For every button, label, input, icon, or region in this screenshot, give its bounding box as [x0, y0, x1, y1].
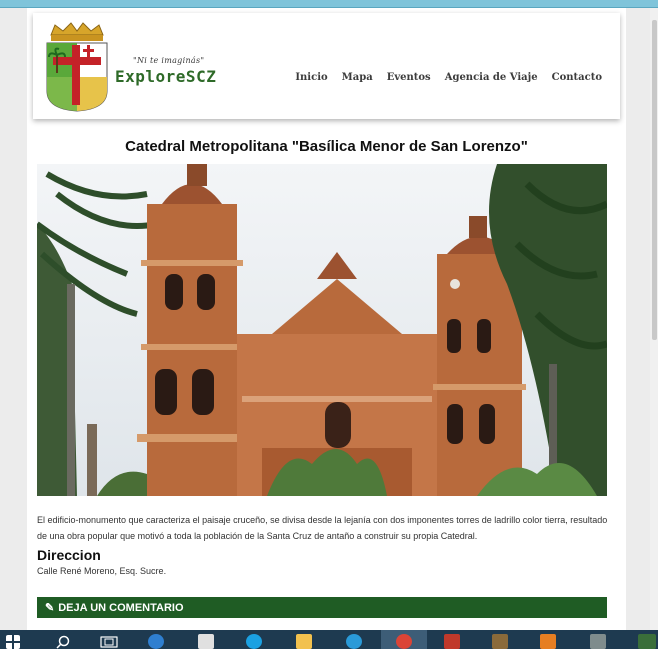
photos-icon[interactable] [540, 634, 556, 649]
nav-agencia-de-viaje[interactable]: Agencia de Viaje [445, 72, 538, 83]
brand-name[interactable]: ExploreSCZ [115, 67, 216, 86]
page-title: Catedral Metropolitana "Basílica Menor d… [125, 138, 528, 155]
nav-contacto[interactable]: Contacto [552, 72, 602, 83]
explorer-icon[interactable] [296, 634, 312, 649]
main-nav: Inicio Mapa Eventos Agencia de Viaje Con… [295, 72, 602, 83]
direccion-value: Calle René Moreno, Esq. Sucre. [37, 566, 167, 576]
description-text: El edificio-monumento que caracteriza el… [37, 515, 608, 541]
sublime-icon[interactable] [590, 634, 606, 649]
coat-of-arms-logo[interactable] [41, 21, 113, 113]
cathedral-photo [37, 164, 607, 496]
edge-icon[interactable] [148, 634, 164, 649]
store-icon[interactable] [198, 634, 214, 649]
comment-button[interactable]: ✎ DEJA UN COMENTARIO [37, 597, 607, 618]
nav-mapa[interactable]: Mapa [342, 72, 373, 83]
nav-inicio[interactable]: Inicio [295, 72, 327, 83]
scrollbar-thumb[interactable] [652, 20, 657, 340]
browser-top-strip [0, 0, 658, 8]
page-content: "Ni te imaginás" ExploreSCZ Inicio Mapa … [27, 8, 626, 630]
logo-tagline: "Ni te imaginás" [133, 56, 205, 65]
windows-taskbar [0, 630, 658, 649]
comment-label: DEJA UN COMENTARIO [58, 601, 184, 614]
pencil-icon: ✎ [45, 602, 55, 614]
app-icon[interactable] [444, 634, 460, 649]
pencil-app-icon[interactable] [492, 634, 508, 649]
task-view-icon[interactable] [100, 636, 118, 648]
nav-eventos[interactable]: Eventos [387, 72, 431, 83]
web-page: "Ni te imaginás" ExploreSCZ Inicio Mapa … [0, 8, 650, 630]
chrome-icon[interactable] [396, 634, 412, 649]
search-icon[interactable] [56, 635, 70, 649]
ie-icon[interactable] [346, 634, 362, 649]
skype-icon[interactable] [246, 634, 262, 649]
dreamweaver-icon[interactable] [638, 634, 656, 649]
direccion-heading: Direccion [37, 547, 101, 563]
site-header: "Ni te imaginás" ExploreSCZ Inicio Mapa … [33, 13, 620, 119]
windows-icon[interactable] [6, 635, 20, 649]
